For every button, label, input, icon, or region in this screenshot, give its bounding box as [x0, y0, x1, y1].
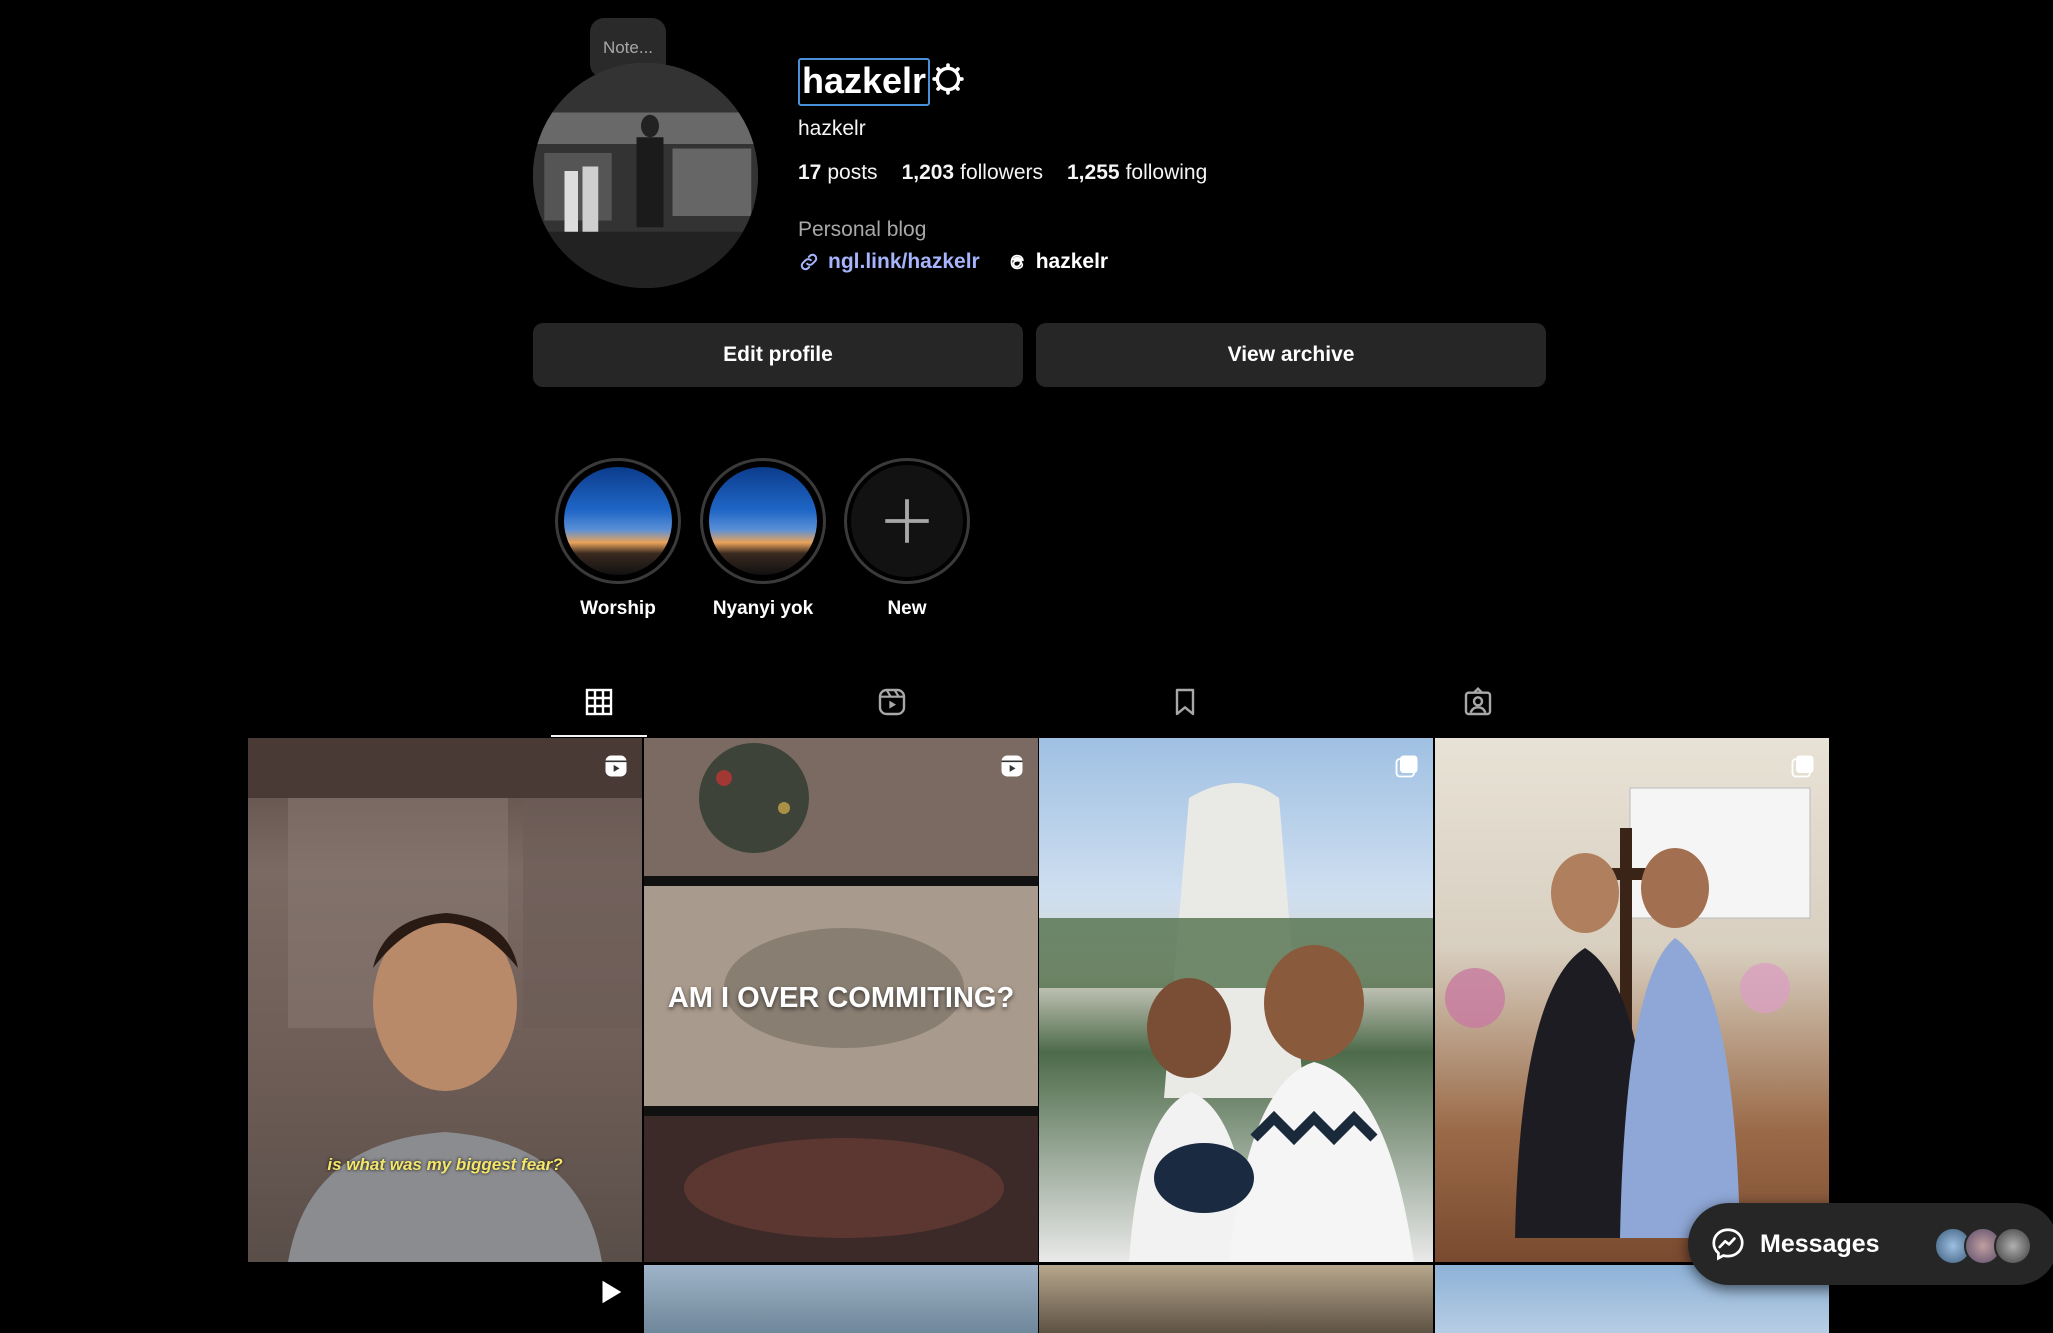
- post-2-reel[interactable]: AM I OVER COMMITING?: [644, 738, 1038, 1262]
- threads-link[interactable]: hazkelr: [1006, 250, 1108, 274]
- saved-icon[interactable]: [1169, 686, 1201, 718]
- followers-stat[interactable]: 1,203 followers: [902, 161, 1043, 185]
- settings-gear-icon[interactable]: [931, 62, 965, 96]
- highlight-ring: [700, 458, 826, 584]
- profile-category: Personal blog: [798, 218, 927, 241]
- posts-stat: 17 posts: [798, 161, 878, 184]
- display-name: hazkelr: [798, 117, 866, 140]
- link-icon: [800, 253, 818, 271]
- username[interactable]: hazkelr: [798, 58, 931, 106]
- bio-link-text: ngl.link/hazkelr: [828, 250, 980, 273]
- edit-profile-button[interactable]: Edit profile: [533, 323, 1023, 387]
- post-5-reel[interactable]: [248, 1265, 642, 1333]
- threads-icon: [1010, 254, 1024, 270]
- highlight-label: New: [887, 598, 927, 619]
- plus-icon: [851, 465, 963, 577]
- highlight-label: Nyanyi yok: [712, 598, 814, 619]
- highlight-worship[interactable]: Worship: [555, 458, 681, 620]
- profile-avatar[interactable]: [533, 63, 758, 288]
- active-tab-indicator: [551, 735, 647, 737]
- conversation-avatar: [1994, 1227, 2032, 1265]
- profile-links: ngl.link/hazkelr hazkelr: [798, 250, 1108, 274]
- tagged-icon[interactable]: [1462, 686, 1494, 718]
- post-1-caption: is what was my biggest fear?: [327, 1155, 563, 1174]
- post-3-carousel[interactable]: [1039, 738, 1433, 1262]
- reel-badge-icon: [1001, 755, 1023, 777]
- highlight-ring: [555, 458, 681, 584]
- highlight-ring: [844, 458, 970, 584]
- note-text: Note...: [602, 38, 654, 57]
- highlight-new[interactable]: New: [844, 458, 970, 620]
- avatar-photo: [533, 63, 758, 288]
- messenger-icon: [1712, 1228, 1744, 1261]
- highlight-cover: [709, 467, 817, 575]
- reels-icon[interactable]: [876, 686, 908, 718]
- post-1-reel[interactable]: is what was my biggest fear?: [248, 738, 642, 1262]
- post-3-photo: [1039, 783, 1433, 1262]
- highlight-label: Worship: [580, 598, 656, 619]
- carousel-badge-icon: [1791, 755, 1814, 778]
- messages-button[interactable]: Messages: [1688, 1203, 2053, 1285]
- post-4-photo: [1445, 787, 1811, 1238]
- highlight-nyanyi-yok[interactable]: Nyanyi yok: [700, 458, 826, 620]
- post-7[interactable]: [1039, 1265, 1433, 1333]
- following-stat[interactable]: 1,255 following: [1067, 161, 1207, 185]
- messages-label: Messages: [1760, 1229, 1880, 1258]
- threads-handle: hazkelr: [1035, 250, 1109, 273]
- post-4-carousel[interactable]: [1435, 738, 1829, 1262]
- post-2-title: AM I OVER COMMITING?: [667, 982, 1015, 1014]
- profile-stats: 17 posts 1,203 followers 1,255 following: [798, 161, 1207, 185]
- carousel-badge-icon: [1395, 755, 1418, 778]
- highlight-cover: [564, 467, 672, 575]
- bio-link[interactable]: ngl.link/hazkelr: [798, 250, 980, 274]
- reel-badge-icon: [605, 755, 627, 777]
- view-archive-button[interactable]: View archive: [1036, 323, 1546, 387]
- play-icon: [602, 1280, 622, 1304]
- post-1-photo: [248, 738, 642, 1262]
- posts-grid-icon[interactable]: [583, 686, 615, 718]
- post-6[interactable]: [644, 1265, 1038, 1333]
